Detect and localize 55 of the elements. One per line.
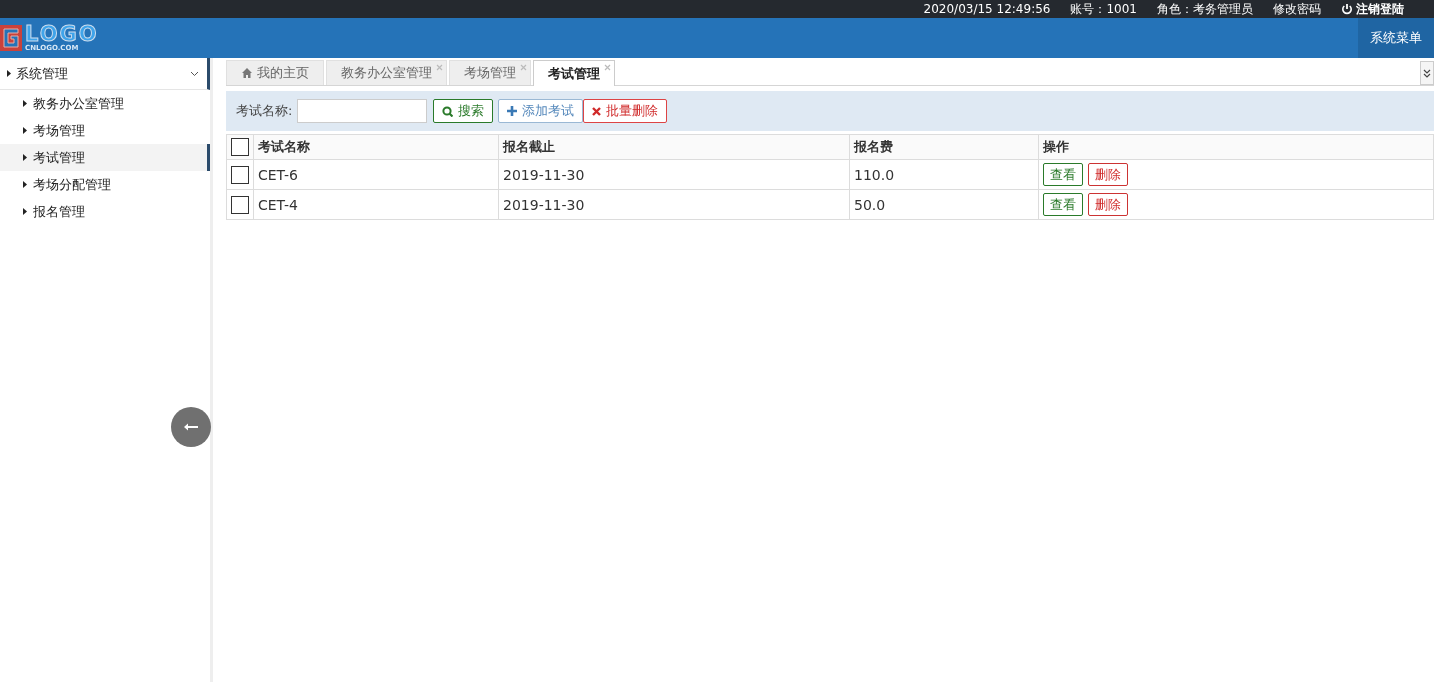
sidebar-item[interactable]: 教务办公室管理 — [0, 90, 210, 117]
row-checkbox[interactable] — [231, 165, 249, 184]
table-cell: 110.0 — [849, 159, 1039, 190]
select-all-checkbox[interactable] — [231, 138, 249, 156]
add-button[interactable]: 添加考试 — [498, 99, 584, 123]
column-header: 报名费 — [849, 134, 1039, 160]
table-cell: 2019-11-30 — [498, 159, 850, 190]
collapse-sidebar-button[interactable] — [171, 407, 211, 447]
chevron-icon — [190, 70, 199, 77]
table-cell: 50.0 — [849, 189, 1039, 220]
delete-button[interactable]: 删除 — [1088, 163, 1128, 186]
home-icon — [241, 67, 253, 79]
logo-text: LOGO — [25, 24, 99, 45]
search-icon — [442, 105, 454, 117]
plus-icon — [507, 106, 518, 116]
role-label: 角色：考务管理员 — [1157, 0, 1253, 18]
tab-menu-button[interactable] — [1420, 61, 1434, 85]
sidebar-item[interactable]: 考场分配管理 — [0, 171, 210, 198]
sidebar-group[interactable]: 系统管理 — [0, 58, 210, 90]
column-header: 考试名称 — [253, 134, 499, 160]
tab[interactable]: 我的主页 — [226, 60, 324, 85]
caret-icon — [22, 153, 28, 162]
view-button[interactable]: 查看 — [1043, 163, 1083, 186]
caret-icon — [22, 180, 28, 189]
tab[interactable]: 教务办公室管理 — [326, 60, 447, 85]
left-arrow-icon — [182, 421, 200, 433]
sidebar-item[interactable]: 报名管理 — [0, 198, 210, 225]
close-icon — [592, 106, 602, 116]
view-button[interactable]: 查看 — [1043, 193, 1083, 216]
delete-button[interactable]: 删除 — [1088, 193, 1128, 216]
date-time: 2020/03/15 12:49:56 — [923, 2, 1051, 16]
caret-icon — [22, 126, 28, 135]
table-cell: 2019-11-30 — [498, 189, 850, 220]
double-chevron-icon — [1423, 68, 1431, 78]
system-menu-button[interactable]: 系统菜单 — [1358, 18, 1434, 58]
search-button[interactable]: 搜索 — [433, 99, 494, 123]
caret-icon — [22, 99, 28, 108]
row-checkbox[interactable] — [231, 195, 249, 214]
search-label: 考试名称: — [236, 102, 293, 120]
tab[interactable]: 考场管理 — [449, 60, 531, 85]
change-password-link[interactable]: 修改密码 — [1273, 0, 1321, 18]
power-icon — [1341, 3, 1353, 15]
search-field[interactable] — [297, 99, 428, 123]
column-header: 操作 — [1038, 134, 1434, 160]
caret-icon — [6, 69, 12, 78]
caret-icon — [22, 207, 28, 216]
sidebar-item[interactable]: 考场管理 — [0, 117, 210, 144]
table-cell: CET-4 — [253, 189, 499, 220]
account-label: 账号：1001 — [1070, 0, 1137, 18]
column-header: 报名截止 — [498, 134, 850, 160]
sidebar-item[interactable]: 考试管理 — [0, 144, 210, 171]
table-cell: CET-6 — [253, 159, 499, 190]
tab[interactable]: 考试管理 — [533, 60, 615, 86]
batch-delete-button[interactable]: 批量删除 — [583, 99, 668, 123]
logout-link[interactable]: 注销登陆 — [1341, 0, 1404, 18]
